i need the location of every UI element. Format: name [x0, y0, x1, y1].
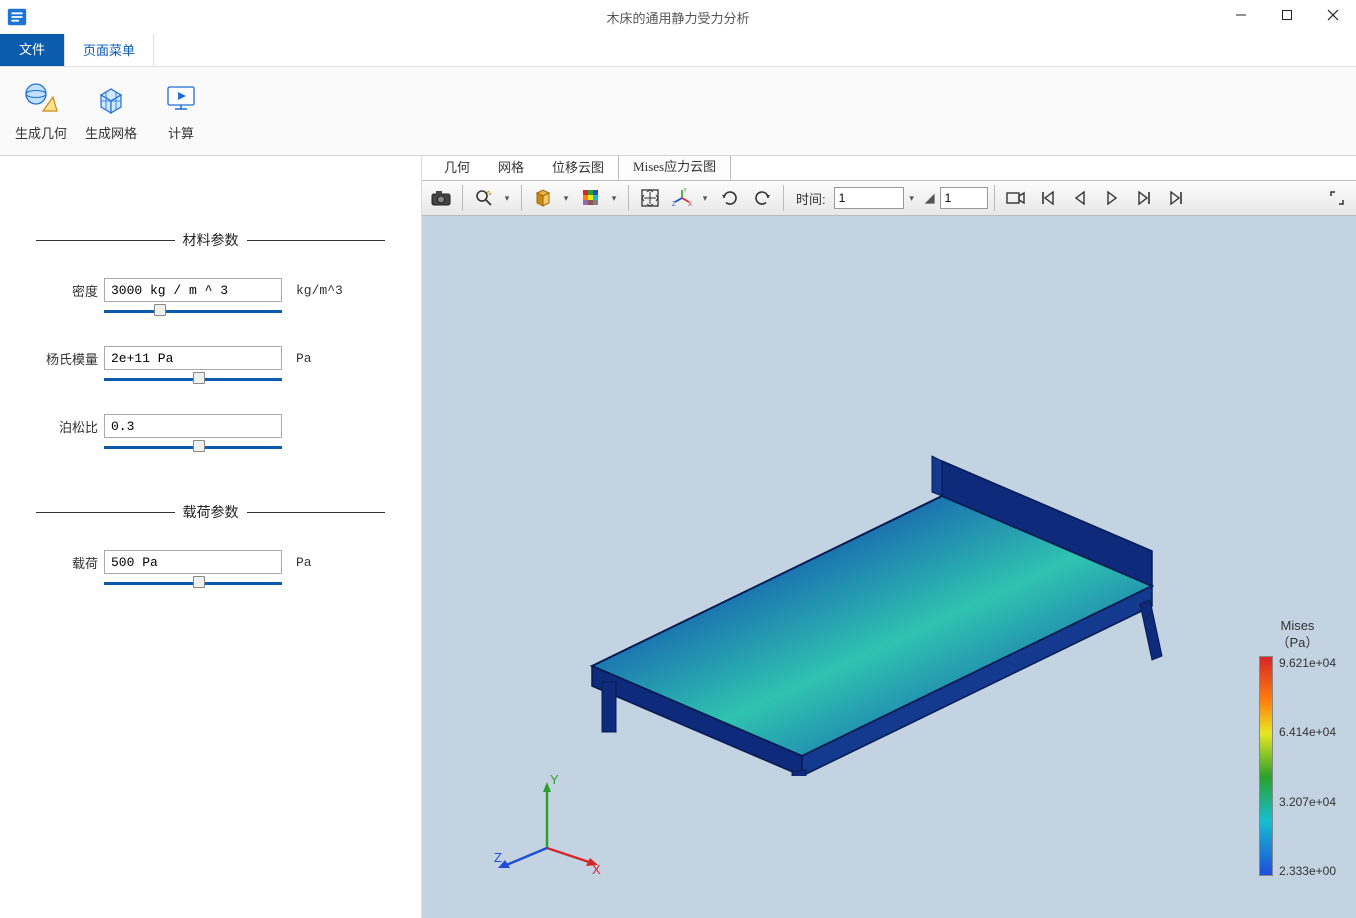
param-poisson: 泊松比	[30, 414, 391, 438]
load-input[interactable]	[104, 550, 282, 574]
divider	[783, 185, 784, 211]
unit-label: Pa	[288, 351, 312, 366]
app-icon	[0, 0, 34, 34]
svg-text:X: X	[592, 862, 601, 877]
density-input[interactable]	[104, 278, 282, 302]
param-label: 泊松比	[30, 417, 98, 436]
section-title: 材料参数	[175, 230, 247, 250]
chevron-down-icon[interactable]: ▾	[906, 193, 918, 204]
minimize-button[interactable]	[1218, 0, 1264, 30]
param-label: 杨氏模量	[30, 349, 98, 368]
play-monitor-icon	[163, 81, 199, 117]
color-legend: Mises （Pa） 9.621e+04 6.414e+04 3.207e+04…	[1259, 618, 1336, 878]
section-material-header: 材料参数	[36, 230, 385, 250]
zoom-icon[interactable]	[469, 184, 499, 212]
divider	[521, 185, 522, 211]
record-icon[interactable]	[1001, 184, 1031, 212]
axis-orientation-icon[interactable]: Y X Z	[667, 184, 697, 212]
unit-label: Pa	[288, 555, 312, 570]
chevron-down-icon[interactable]: ▾	[560, 193, 572, 204]
svg-text:X: X	[688, 202, 692, 208]
viewport-panel: 几何 网格 位移云图 Mises应力云图 ▾ ▾ ▾ Y X Z ▾ 时间: ▾	[422, 156, 1356, 918]
render-mode-icon[interactable]	[528, 184, 558, 212]
view-tab-mises[interactable]: Mises应力云图	[618, 156, 731, 180]
axis-triad: Y X Z	[492, 768, 602, 878]
legend-title: Mises （Pa）	[1277, 618, 1319, 652]
chevron-down-icon[interactable]: ▾	[501, 193, 513, 204]
view-tab-geometry[interactable]: 几何	[430, 156, 484, 180]
param-youngs: 杨氏模量 Pa	[30, 346, 391, 370]
svg-text:Y: Y	[550, 772, 559, 787]
skip-first-icon[interactable]	[1033, 184, 1063, 212]
maximize-button[interactable]	[1264, 0, 1310, 30]
svg-text:Y: Y	[683, 188, 687, 194]
time-label: 时间:	[796, 189, 826, 208]
close-button[interactable]	[1310, 0, 1356, 30]
rotate-ccw-icon[interactable]	[747, 184, 777, 212]
param-label: 载荷	[30, 553, 98, 572]
view-tabs: 几何 网格 位移云图 Mises应力云图	[422, 156, 1356, 180]
tab-file[interactable]: 文件	[0, 31, 64, 66]
window-controls	[1218, 0, 1356, 30]
viewport-canvas[interactable]: Y X Z Mises （Pa） 9.621e+04 6.414e+04 3.2…	[422, 216, 1356, 918]
load-slider[interactable]	[104, 578, 282, 588]
play-back-icon[interactable]	[1065, 184, 1095, 212]
camera-icon[interactable]	[426, 184, 456, 212]
density-slider[interactable]	[104, 306, 282, 316]
tab-page-menu[interactable]: 页面菜单	[64, 32, 154, 66]
frame-spinner[interactable]	[940, 187, 988, 209]
ribbon-compute[interactable]: 计算	[146, 75, 216, 148]
ribbon-toolbar: 生成几何 生成网格	[0, 66, 1356, 156]
chevron-down-icon[interactable]: ▾	[699, 193, 711, 204]
view-tab-mesh[interactable]: 网格	[484, 156, 538, 180]
youngs-slider[interactable]	[104, 374, 282, 384]
ribbon-generate-mesh[interactable]: 生成网格	[76, 75, 146, 148]
frame-separator-icon: ◢	[922, 190, 938, 206]
ribbon-label: 计算	[168, 123, 194, 142]
legend-colorbar	[1259, 656, 1273, 876]
ribbon-label: 生成网格	[85, 123, 137, 142]
menu-tabs: 文件 页面菜单	[0, 34, 1356, 66]
poisson-slider[interactable]	[104, 442, 282, 452]
expand-icon[interactable]	[1322, 184, 1352, 212]
svg-text:Z: Z	[672, 202, 676, 208]
parameters-sidebar: 材料参数 密度 kg/m^3 杨氏模量 Pa 泊松比 载荷参数	[0, 156, 422, 918]
cube-mesh-icon	[93, 81, 129, 117]
rotate-cw-icon[interactable]	[715, 184, 745, 212]
view-toolbar: ▾ ▾ ▾ Y X Z ▾ 时间: ▾ ◢	[422, 180, 1356, 216]
legend-ticks: 9.621e+04 6.414e+04 3.207e+04 2.333e+00	[1279, 656, 1336, 878]
fit-view-icon[interactable]	[635, 184, 665, 212]
param-density: 密度 kg/m^3	[30, 278, 391, 302]
step-forward-icon[interactable]	[1129, 184, 1159, 212]
divider	[462, 185, 463, 211]
play-forward-icon[interactable]	[1097, 184, 1127, 212]
view-tab-displacement[interactable]: 位移云图	[538, 156, 618, 180]
colormap-icon[interactable]	[576, 184, 606, 212]
chevron-down-icon[interactable]: ▾	[608, 193, 620, 204]
section-title: 载荷参数	[175, 502, 247, 522]
divider	[994, 185, 995, 211]
skip-last-icon[interactable]	[1161, 184, 1191, 212]
window-title: 木床的通用静力受力分析	[606, 8, 749, 27]
youngs-input[interactable]	[104, 346, 282, 370]
param-label: 密度	[30, 281, 98, 300]
title-bar: 木床的通用静力受力分析	[0, 0, 1356, 34]
divider	[628, 185, 629, 211]
unit-label: kg/m^3	[288, 283, 343, 298]
bed-model	[472, 356, 1172, 776]
svg-text:Z: Z	[494, 850, 502, 865]
main-area: 材料参数 密度 kg/m^3 杨氏模量 Pa 泊松比 载荷参数	[0, 156, 1356, 918]
section-load-header: 载荷参数	[36, 502, 385, 522]
sphere-cone-icon	[23, 81, 59, 117]
ribbon-generate-geometry[interactable]: 生成几何	[6, 75, 76, 148]
time-select[interactable]	[834, 187, 904, 209]
param-load: 载荷 Pa	[30, 550, 391, 574]
ribbon-label: 生成几何	[15, 123, 67, 142]
poisson-input[interactable]	[104, 414, 282, 438]
